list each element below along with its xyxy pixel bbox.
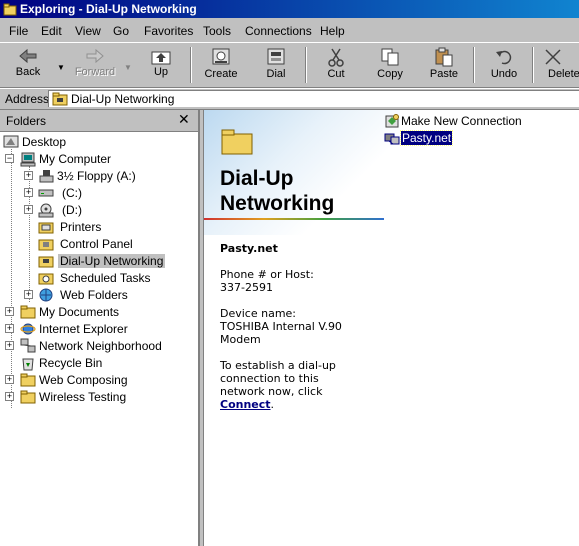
expand-toggle[interactable]: + bbox=[5, 341, 14, 350]
menu-go[interactable]: Go bbox=[113, 24, 129, 38]
folders-pane: Folders ✕ Desktop − My Computer + 3½ Flo… bbox=[0, 110, 200, 546]
window-title: Exploring - Dial-Up Networking bbox=[20, 2, 197, 16]
toolbar-separator bbox=[473, 47, 475, 83]
dialup-connection-icon bbox=[384, 133, 400, 145]
create-button[interactable]: Create bbox=[197, 45, 245, 85]
back-arrow-icon bbox=[19, 48, 37, 64]
menu-bar: File Edit View Go Favorites Tools Connec… bbox=[0, 21, 579, 40]
expand-toggle[interactable]: + bbox=[5, 307, 14, 316]
control-panel-icon bbox=[38, 239, 54, 251]
device-label: Device name: bbox=[220, 307, 297, 320]
explorer-folder-icon bbox=[3, 3, 17, 16]
dialup-folder-icon bbox=[52, 92, 68, 106]
menu-edit[interactable]: Edit bbox=[41, 24, 62, 38]
copy-icon bbox=[381, 48, 399, 66]
hint-line-1: To establish a dial-up bbox=[220, 359, 336, 372]
up-button[interactable]: Up bbox=[137, 45, 185, 85]
device-value-cont: Modem bbox=[220, 333, 261, 346]
dial-button[interactable]: Dial bbox=[252, 45, 300, 85]
title-bar: Exploring - Dial-Up Networking bbox=[0, 0, 579, 18]
large-folder-icon bbox=[221, 129, 253, 155]
folder-icon bbox=[20, 373, 36, 387]
address-label: Address bbox=[5, 92, 50, 106]
scissors-icon bbox=[328, 48, 344, 67]
copy-button[interactable]: Copy bbox=[366, 45, 414, 85]
hint-line-2: connection to this bbox=[220, 372, 319, 385]
tree-line bbox=[11, 149, 12, 408]
dialup-folder-icon bbox=[38, 256, 54, 268]
collapse-toggle[interactable]: − bbox=[5, 154, 14, 163]
printer-folder-icon bbox=[38, 222, 54, 234]
undo-button[interactable]: Undo bbox=[480, 45, 528, 85]
menu-favorites[interactable]: Favorites bbox=[144, 24, 193, 38]
desktop-icon bbox=[3, 135, 19, 148]
forward-dropdown-icon[interactable]: ▼ bbox=[124, 63, 132, 72]
expand-toggle[interactable]: + bbox=[24, 188, 33, 197]
cut-button[interactable]: Cut bbox=[312, 45, 360, 85]
page-title: Dial-Up Networking bbox=[220, 167, 335, 215]
paste-button[interactable]: Paste bbox=[420, 45, 468, 85]
expand-toggle[interactable]: + bbox=[5, 392, 14, 401]
expand-toggle[interactable]: + bbox=[5, 375, 14, 384]
forward-button[interactable]: Forward bbox=[71, 45, 119, 85]
menu-tools[interactable]: Tools bbox=[203, 24, 231, 38]
computer-icon bbox=[20, 152, 36, 167]
internet-explorer-icon bbox=[20, 323, 36, 335]
phone-icon bbox=[267, 48, 285, 65]
recycle-bin-icon bbox=[22, 358, 34, 371]
expand-toggle[interactable]: + bbox=[24, 290, 33, 299]
folder-icon bbox=[20, 305, 36, 319]
toolbar-separator bbox=[305, 47, 307, 83]
hard-drive-icon bbox=[38, 189, 54, 197]
create-connection-icon bbox=[212, 48, 230, 65]
folder-banner: Dial-Up Networking bbox=[204, 110, 400, 235]
expand-toggle[interactable]: + bbox=[24, 171, 33, 180]
folder-icon bbox=[20, 390, 36, 404]
close-icon[interactable]: ✕ bbox=[178, 111, 190, 128]
toolbar-separator bbox=[532, 47, 534, 83]
selected-connection-name: Pasty.net bbox=[220, 242, 278, 255]
address-value: Dial-Up Networking bbox=[71, 92, 175, 106]
folders-header: Folders ✕ bbox=[0, 110, 198, 132]
folders-title: Folders bbox=[6, 114, 47, 128]
address-input[interactable]: Dial-Up Networking bbox=[48, 90, 579, 107]
up-folder-icon bbox=[151, 51, 171, 65]
content-pane: Dial-Up Networking Pasty.net Phone # or … bbox=[203, 110, 579, 546]
hint-line-3: network now, click bbox=[220, 385, 323, 398]
delete-button[interactable]: Delete bbox=[538, 45, 579, 85]
paste-icon bbox=[435, 47, 453, 67]
phone-value: 337-2591 bbox=[220, 281, 273, 294]
connect-link[interactable]: Connect bbox=[220, 398, 271, 411]
make-new-connection-icon bbox=[385, 114, 399, 128]
expand-toggle[interactable]: + bbox=[24, 205, 33, 214]
back-button[interactable]: Back bbox=[4, 45, 52, 85]
delete-x-icon bbox=[545, 49, 561, 65]
undo-icon bbox=[496, 50, 512, 65]
menu-connections[interactable]: Connections bbox=[245, 24, 312, 38]
floppy-icon bbox=[39, 170, 54, 183]
address-bar: Address Dial-Up Networking bbox=[0, 88, 579, 110]
forward-arrow-icon bbox=[86, 48, 104, 64]
web-folder-icon bbox=[39, 288, 53, 302]
menu-file[interactable]: File bbox=[9, 24, 28, 38]
expand-toggle[interactable]: + bbox=[5, 324, 14, 333]
device-value: TOSHIBA Internal V.90 bbox=[220, 320, 342, 333]
phone-label: Phone # or Host: bbox=[220, 268, 314, 281]
toolbar-separator bbox=[190, 47, 192, 83]
scheduled-tasks-icon bbox=[38, 273, 54, 285]
title-underline bbox=[204, 218, 384, 220]
menu-help[interactable]: Help bbox=[320, 24, 345, 38]
back-dropdown-icon[interactable]: ▼ bbox=[57, 63, 65, 72]
menu-view[interactable]: View bbox=[75, 24, 101, 38]
network-icon bbox=[20, 338, 36, 353]
cd-drive-icon bbox=[38, 203, 54, 218]
hint-line-4: Connect. bbox=[220, 398, 275, 411]
toolbar: Back ▼ Forward ▼ Up Create Dial Cut Copy… bbox=[0, 42, 579, 88]
